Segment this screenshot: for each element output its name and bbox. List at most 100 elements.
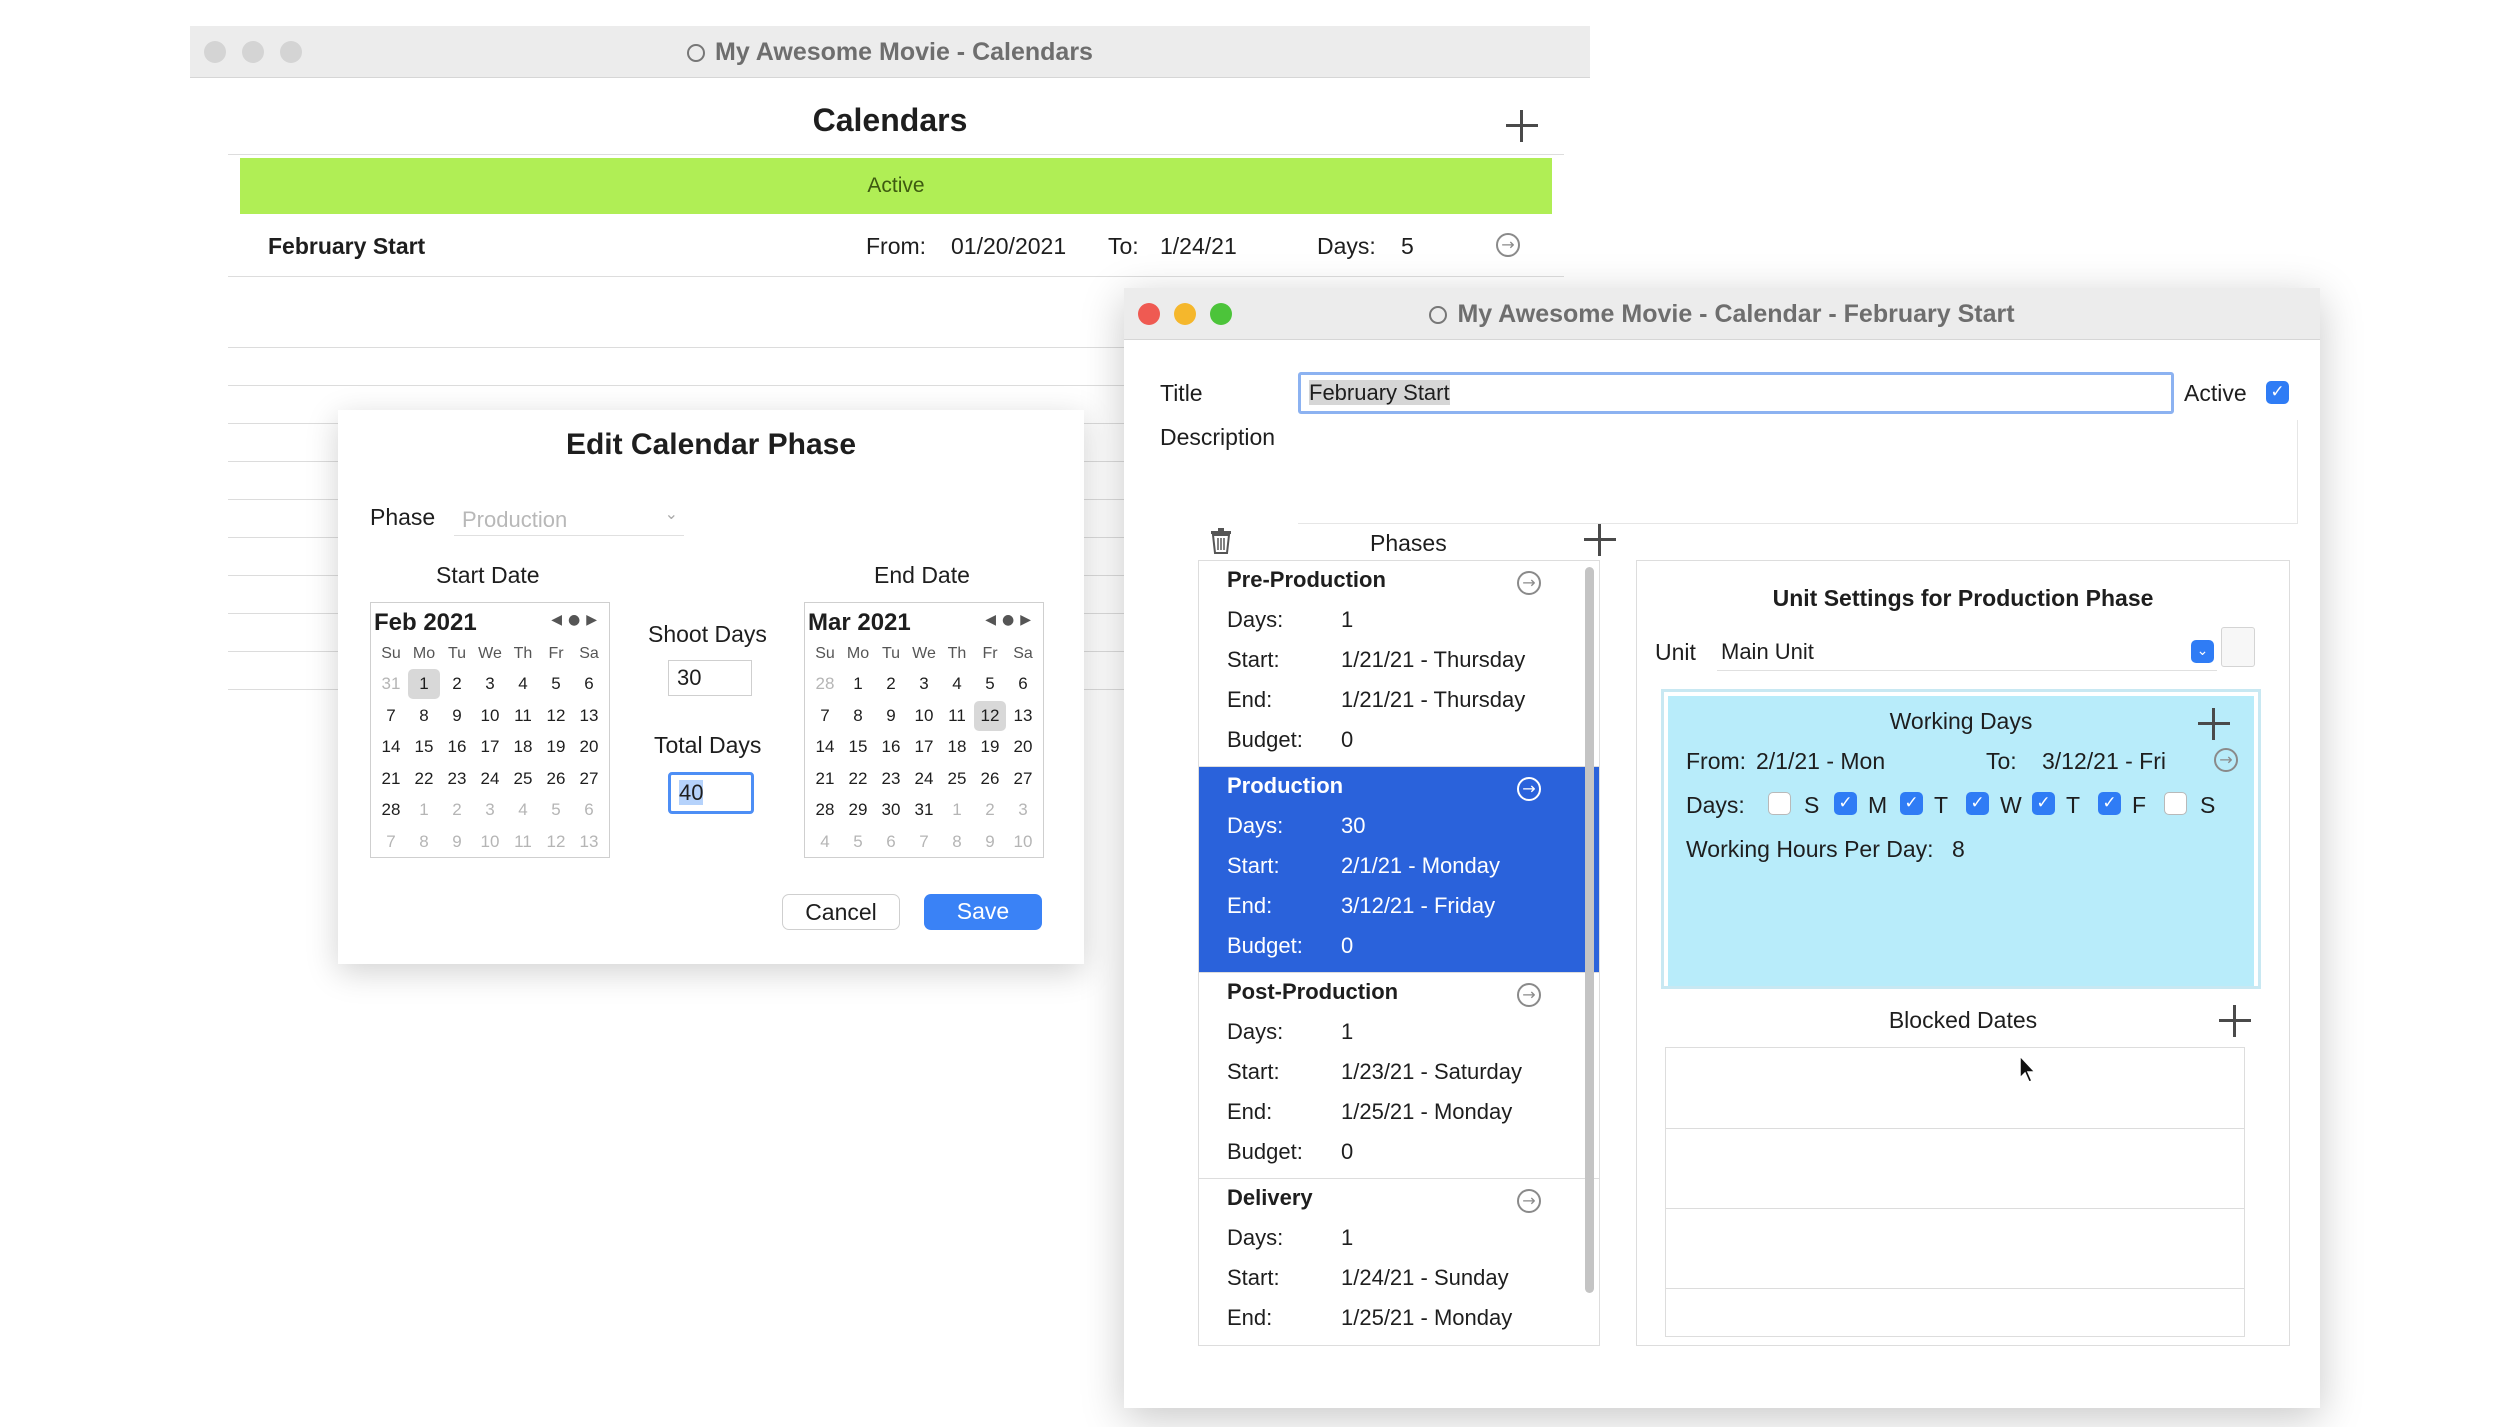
add-calendar-button[interactable] [1506,110,1538,142]
blocked-dates-list[interactable] [1665,1047,2245,1337]
calendar-day[interactable]: 7 [809,701,841,731]
add-blocked-date-button[interactable] [2219,1005,2251,1037]
phase-row[interactable]: Delivery → Days: 1 Start: 1/24/21 - Sund… [1199,1179,1599,1345]
calendar-day[interactable]: 16 [441,732,473,762]
calendar-day[interactable]: 23 [875,764,907,794]
shoot-days-field[interactable]: 30 [668,660,752,696]
open-calendar-icon[interactable]: → [1496,233,1520,257]
day-checkbox-tuesday[interactable]: ✓ [1900,792,1923,815]
calendar-day[interactable]: 5 [540,795,572,825]
trash-icon[interactable] [1210,528,1232,554]
calendar-day[interactable]: 15 [408,732,440,762]
calendar-day[interactable]: 8 [408,827,440,857]
calendar-day[interactable]: 26 [974,764,1006,794]
calendar-day[interactable]: 8 [941,827,973,857]
calendar-day[interactable]: 31 [375,669,407,699]
phase-select[interactable]: Production ⌄ [454,502,684,536]
calendar-day[interactable]: 9 [875,701,907,731]
calendar-day[interactable]: 19 [540,732,572,762]
calendar-day[interactable]: 3 [1007,795,1039,825]
calendar-day[interactable]: 17 [908,732,940,762]
calendar-day[interactable]: 17 [474,732,506,762]
calendar-day[interactable]: 26 [540,764,572,794]
calendar-day[interactable]: 22 [842,764,874,794]
calendar-day[interactable]: 18 [941,732,973,762]
day-checkbox-sunday[interactable] [1768,792,1791,815]
calendar-day[interactable]: 10 [1007,827,1039,857]
save-button[interactable]: Save [924,894,1042,930]
calendar-day[interactable]: 2 [974,795,1006,825]
calendar-day[interactable]: 1 [408,669,440,699]
calendar-day[interactable]: 14 [375,732,407,762]
calendar-day[interactable]: 10 [474,701,506,731]
open-phase-icon[interactable]: → [1517,571,1541,595]
open-phase-icon[interactable]: → [1517,983,1541,1007]
total-days-field[interactable]: 40 [668,772,754,814]
open-working-days-icon[interactable]: → [2214,748,2238,772]
calendar-day[interactable]: 20 [573,732,605,762]
calendar-day[interactable]: 1 [842,669,874,699]
calendar-day[interactable]: 4 [941,669,973,699]
calendar-day[interactable]: 12 [974,700,1006,731]
calendar-day[interactable]: 31 [908,795,940,825]
day-checkbox-saturday[interactable] [2164,792,2187,815]
calendar-row[interactable]: February Start From: 01/20/2021 To: 1/24… [228,217,1564,277]
calendar-day[interactable]: 7 [375,827,407,857]
day-checkbox-thursday[interactable]: ✓ [2032,792,2055,815]
calendar-day[interactable]: 11 [507,827,539,857]
calendar-day[interactable]: 6 [1007,669,1039,699]
calendar-day[interactable]: 21 [809,764,841,794]
calendar-day[interactable]: 7 [908,827,940,857]
calendar-day[interactable]: 6 [573,795,605,825]
add-working-days-button[interactable] [2198,708,2230,740]
phase-row[interactable]: Post-Production → Days: 1 Start: 1/23/21… [1199,973,1599,1179]
calendar-nav-icons[interactable]: ◀●▶ [551,612,603,628]
calendar-day[interactable]: 14 [809,732,841,762]
calendar-day[interactable]: 16 [875,732,907,762]
calendar-day[interactable]: 24 [908,764,940,794]
calendar-day[interactable]: 25 [507,764,539,794]
end-date-calendar[interactable]: Mar 2021 ◀●▶ Su Mo Tu We Th Fr Sa 28 1 2 3 4 5 6 7 8 9 10… [804,602,1044,858]
calendar-day[interactable]: 24 [474,764,506,794]
calendar-day[interactable]: 11 [507,701,539,731]
calendar-day[interactable]: 4 [507,795,539,825]
calendar-day[interactable]: 9 [974,827,1006,857]
calendar-day[interactable]: 28 [809,669,841,699]
open-phase-icon[interactable]: → [1517,1189,1541,1213]
calendar-day[interactable]: 1 [408,795,440,825]
description-field[interactable] [1298,420,2298,524]
day-checkbox-wednesday[interactable]: ✓ [1966,792,1989,815]
calendar-day[interactable]: 5 [540,669,572,699]
calendar-day[interactable]: 2 [441,795,473,825]
calendar-day[interactable]: 12 [540,701,572,731]
calendar-day[interactable]: 28 [375,795,407,825]
calendar-day[interactable]: 30 [875,795,907,825]
start-date-calendar[interactable]: Feb 2021 ◀●▶ Su Mo Tu We Th Fr Sa 31 1 2 3 4 5 6 7 8 9 10… [370,602,610,858]
calendar-day[interactable]: 13 [573,827,605,857]
unit-select[interactable]: Main Unit ⌄ [1717,633,2217,671]
calendar-day[interactable]: 13 [1007,701,1039,731]
calendar-day[interactable]: 9 [441,701,473,731]
calendar-day[interactable]: 8 [408,701,440,731]
calendar-day[interactable]: 2 [875,669,907,699]
calendar-day[interactable]: 3 [474,795,506,825]
phases-scrollbar[interactable] [1585,567,1594,1293]
title-field[interactable]: February Start [1298,372,2174,414]
add-phase-button[interactable] [1584,524,1616,556]
calendar-day[interactable]: 5 [842,827,874,857]
calendar-day[interactable]: 12 [540,827,572,857]
calendar-day[interactable]: 21 [375,764,407,794]
calendar-day[interactable]: 4 [507,669,539,699]
calendar-day[interactable]: 28 [809,795,841,825]
calendar-day[interactable]: 6 [573,669,605,699]
calendar-nav-icons[interactable]: ◀●▶ [985,612,1037,628]
calendar-day[interactable]: 2 [441,669,473,699]
calendar-day[interactable]: 23 [441,764,473,794]
day-checkbox-monday[interactable]: ✓ [1834,792,1857,815]
calendar-day[interactable]: 15 [842,732,874,762]
calendar-day[interactable]: 5 [974,669,1006,699]
active-checkbox[interactable]: ✓ [2266,381,2289,404]
calendar-day[interactable]: 3 [908,669,940,699]
calendar-day[interactable]: 27 [1007,764,1039,794]
calendar-day[interactable]: 9 [441,827,473,857]
